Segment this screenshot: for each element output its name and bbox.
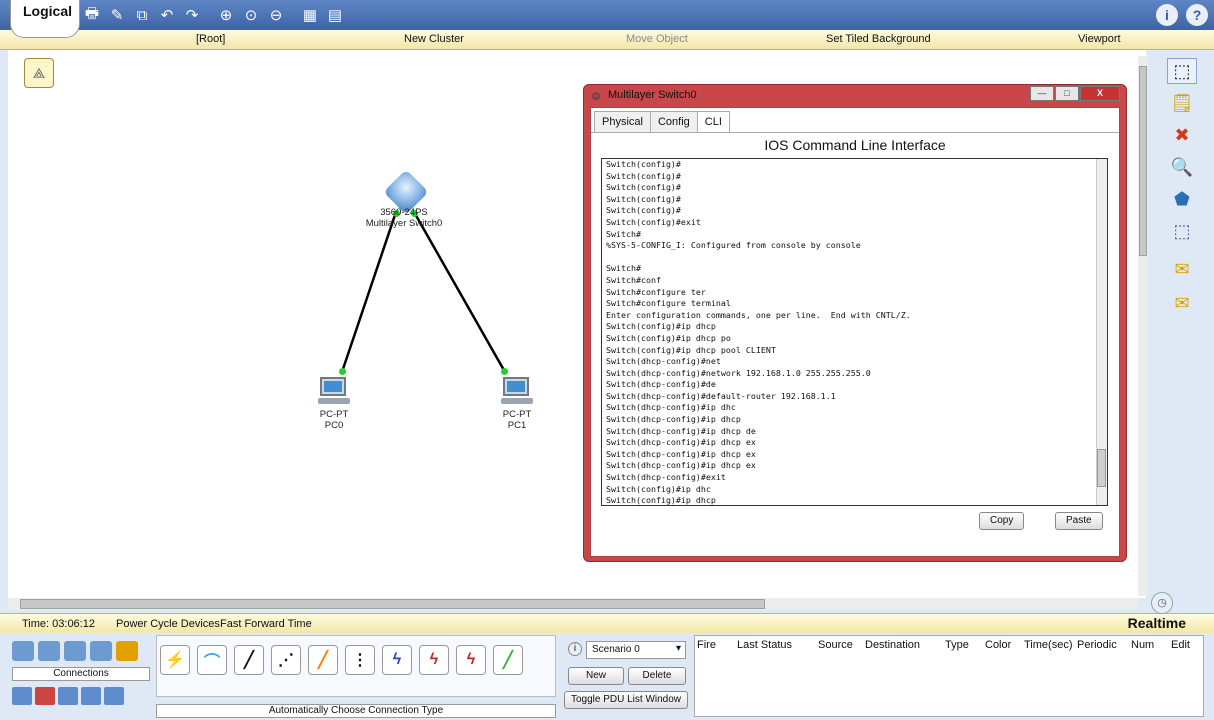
cable-octal-icon[interactable]: ╱ (493, 645, 523, 675)
switch-label: 3560-24PS Multilayer Switch0 (360, 207, 448, 229)
note-tool-icon[interactable]: 🗒 (1167, 90, 1197, 116)
pdu-col-num: Num (1131, 639, 1155, 651)
cable-auto-connection-icon[interactable]: ⚡ (160, 645, 190, 675)
cable-serial-dce-icon[interactable]: ϟ (419, 645, 449, 675)
pdu-col-last-status: Last Status (737, 639, 793, 651)
pdu-col-destination: Destination (865, 639, 921, 651)
cable-console-icon[interactable]: ⌒ (197, 645, 227, 675)
cli-heading: IOS Command Line Interface (764, 137, 946, 153)
fast-forward-button[interactable]: Fast Forward Time (220, 618, 312, 630)
console-scrollbar[interactable] (1096, 159, 1107, 505)
pdu-col-periodic: Periodic (1077, 639, 1117, 651)
toggle-pdu-list-button[interactable]: Toggle PDU List Window (564, 691, 688, 709)
new-scenario-button[interactable]: New (568, 667, 624, 685)
wireless-icon[interactable] (90, 641, 112, 661)
pc1-icon[interactable] (501, 377, 533, 405)
delete-tool-icon[interactable]: ✖ (1167, 122, 1197, 148)
pc0-icon[interactable] (318, 377, 350, 405)
link-status-dot (339, 368, 346, 375)
device-subcategories (12, 687, 152, 705)
status-bar: Time: 03:06:12 Power Cycle Devices Fast … (0, 592, 1214, 633)
switches-icon[interactable] (38, 641, 60, 661)
tab-config[interactable]: Config (649, 111, 698, 133)
custom-devices-icon[interactable] (81, 687, 101, 705)
console-output: Switch(config)# Switch(config)# Switch(c… (606, 159, 911, 506)
cable-phone-icon[interactable]: ⋮ (345, 645, 375, 675)
minimize-button[interactable]: — (1030, 86, 1054, 101)
device-panel: Connections ⚡ ⌒ ╱ ⋰ ╱ ⋮ ϟ ϟ ϟ ╱ Automatically Cho… (0, 633, 1214, 720)
pdu-col-edit: Edit (1171, 639, 1190, 651)
window-title: Multilayer Switch0 (608, 89, 697, 101)
device-categories (12, 641, 150, 669)
end-devices-icon[interactable] (12, 687, 32, 705)
cable-straight-through-icon[interactable]: ╱ (234, 645, 264, 675)
connection-caption: Automatically Choose Connection Type (156, 704, 556, 718)
vertical-scroll-thumb[interactable] (1139, 66, 1147, 256)
power-cycle-button[interactable]: Power Cycle Devices (116, 618, 220, 630)
console-scroll-thumb[interactable] (1097, 449, 1106, 487)
pdu-col-fire: Fire (697, 639, 716, 651)
copy-button[interactable]: Copy (979, 512, 1025, 530)
tab-physical[interactable]: Physical (594, 111, 651, 133)
add-simple-pdu-icon[interactable]: ✉ (1167, 256, 1197, 282)
inspect-tool-icon[interactable]: 🔍 (1167, 154, 1197, 180)
paste-button[interactable]: Paste (1055, 512, 1103, 530)
switch-name: Multilayer Switch0 (365, 218, 443, 229)
scenario-info-icon[interactable]: i (568, 642, 582, 656)
routers-icon[interactable] (12, 641, 34, 661)
cable-crossover-icon[interactable]: ⋰ (271, 645, 301, 675)
delete-scenario-button[interactable]: Delete (628, 667, 686, 685)
add-complex-pdu-icon[interactable]: ✉ (1167, 290, 1197, 316)
maximize-button[interactable]: □ (1055, 86, 1079, 101)
wan-emulation-icon[interactable] (58, 687, 78, 705)
security-icon[interactable] (35, 687, 55, 705)
workspace-horizontal-scrollbar[interactable] (8, 598, 1138, 610)
pc1-name: PC1 (507, 420, 527, 431)
clock-icon[interactable]: ◷ (1151, 592, 1173, 614)
resize-shape-tool-icon[interactable]: ⬚ (1167, 218, 1197, 244)
cable-serial-dte-icon[interactable]: ϟ (456, 645, 486, 675)
category-label: Connections (12, 667, 150, 681)
realtime-mode-label[interactable]: Realtime (1128, 615, 1186, 631)
cli-console[interactable]: Switch(config)# Switch(config)# Switch(c… (601, 158, 1108, 506)
scenario-panel: i Scenario 0 ▾ New Delete Toggle PDU Lis… (562, 637, 690, 717)
window-body: Physical Config CLI IOS Command Line Int… (590, 107, 1120, 557)
chevron-down-icon: ▾ (675, 643, 681, 654)
pc0-label: PC-PT PC0 (310, 409, 358, 431)
pdu-col-color: Color (985, 639, 1012, 651)
pc0-name: PC0 (324, 420, 344, 431)
scenario-value: Scenario 0 (592, 644, 640, 655)
device-config-window[interactable]: ⚙ Multilayer Switch0 — □ X Physical Conf… (583, 84, 1127, 562)
link-status-dot (501, 368, 508, 375)
draw-shape-tool-icon[interactable]: ⬟ (1167, 186, 1197, 212)
cable-coaxial-icon[interactable]: ϟ (382, 645, 412, 675)
common-tools-bar: ⬚ 🗒 ✖ 🔍 ⬟ ⬚ ✉ ✉ (1156, 50, 1214, 598)
cable-fiber-icon[interactable]: ╱ (308, 645, 338, 675)
hubs-icon[interactable] (64, 641, 86, 661)
pdu-col-type: Type (945, 639, 969, 651)
horizontal-scroll-thumb[interactable] (20, 599, 765, 609)
time-display: Time: 03:06:12 (22, 618, 95, 630)
switch-window-icon: ⚙ (591, 91, 601, 103)
close-button[interactable]: X (1080, 86, 1120, 101)
pdu-list[interactable]: Fire Last Status Source Destination Type… (694, 635, 1204, 717)
scenario-select[interactable]: Scenario 0 ▾ (586, 641, 686, 659)
workspace-vertical-scrollbar[interactable] (1138, 56, 1148, 596)
select-tool-icon[interactable]: ⬚ (1167, 58, 1197, 84)
pdu-col-time: Time(sec) (1024, 639, 1073, 651)
multiuser-icon[interactable] (104, 687, 124, 705)
pc0-model: PC-PT (319, 409, 349, 420)
pdu-col-source: Source (818, 639, 853, 651)
pc1-model: PC-PT (502, 409, 532, 420)
tab-cli[interactable]: CLI (696, 111, 730, 133)
connections-icon[interactable] (116, 641, 138, 661)
switch-model: 3560-24PS (380, 207, 428, 218)
pc1-label: PC-PT PC1 (493, 409, 541, 431)
